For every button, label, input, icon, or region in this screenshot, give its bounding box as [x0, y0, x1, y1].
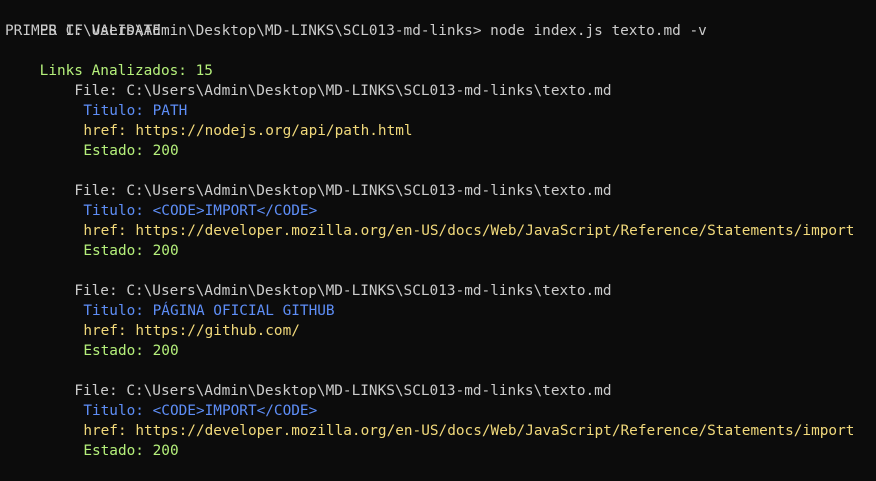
analyzed-line: Links Analizados: 15 — [5, 41, 876, 79]
file-line: File: C:\Users\Admin\Desktop\MD-LINKS\SC… — [5, 361, 876, 399]
terminal-window[interactable]: PS C:\Users\Admin\Desktop\MD-LINKS\SCL01… — [0, 0, 876, 459]
status-label: Estado: — [83, 143, 144, 159]
file-label: File: — [74, 83, 118, 99]
file-label: File: — [74, 183, 118, 199]
status-value: 200 — [152, 343, 179, 359]
title-value: <CODE>IMPORT</CODE> — [152, 203, 318, 219]
file-label: File: — [74, 383, 118, 399]
status-value: 200 — [152, 243, 179, 259]
title-label: Titulo: — [83, 103, 144, 119]
href-label: href: — [83, 323, 127, 339]
href-label: href: — [83, 123, 127, 139]
command-text: node index.js texto.md -v — [481, 23, 707, 39]
title-value: PÁGINA OFICIAL GITHUB — [152, 303, 335, 319]
title-label: Titulo: — [83, 303, 144, 319]
link-entries: File: C:\Users\Admin\Desktop\MD-LINKS\SC… — [5, 61, 876, 459]
analyzed-label: Links Analizados: — [39, 63, 187, 79]
title-value: <CODE>IMPORT</CODE> — [152, 403, 318, 419]
title-label: Titulo: — [83, 403, 144, 419]
status-value: 200 — [152, 143, 179, 159]
href-value: https://github.com/ — [135, 323, 300, 339]
file-label: File: — [74, 283, 118, 299]
href-label: href: — [83, 223, 127, 239]
file-path: C:\Users\Admin\Desktop\MD-LINKS\SCL013-m… — [126, 183, 612, 199]
href-value: https://developer.mozilla.org/en-US/docs… — [135, 223, 855, 239]
link-entry: File: C:\Users\Admin\Desktop\MD-LINKS\SC… — [5, 161, 876, 261]
file-path: C:\Users\Admin\Desktop\MD-LINKS\SCL013-m… — [126, 83, 612, 99]
title-label: Titulo: — [83, 203, 144, 219]
href-value: https://nodejs.org/api/path.html — [135, 123, 413, 139]
href-value: https://developer.mozilla.org/en-US/docs… — [135, 423, 855, 439]
href-label: href: — [83, 423, 127, 439]
file-line: File: C:\Users\Admin\Desktop\MD-LINKS\SC… — [5, 261, 876, 299]
file-path: C:\Users\Admin\Desktop\MD-LINKS\SCL013-m… — [126, 283, 612, 299]
link-entry: File: C:\Users\Admin\Desktop\MD-LINKS\SC… — [5, 361, 876, 459]
file-line: File: C:\Users\Admin\Desktop\MD-LINKS\SC… — [5, 161, 876, 199]
title-value: PATH — [152, 103, 188, 119]
link-entry: File: C:\Users\Admin\Desktop\MD-LINKS\SC… — [5, 261, 876, 361]
status-label: Estado: — [83, 343, 144, 359]
status-label: Estado: — [83, 243, 144, 259]
file-path: C:\Users\Admin\Desktop\MD-LINKS\SCL013-m… — [126, 383, 612, 399]
analyzed-count: 15 — [195, 63, 213, 79]
command-line: PS C:\Users\Admin\Desktop\MD-LINKS\SCL01… — [5, 1, 876, 39]
